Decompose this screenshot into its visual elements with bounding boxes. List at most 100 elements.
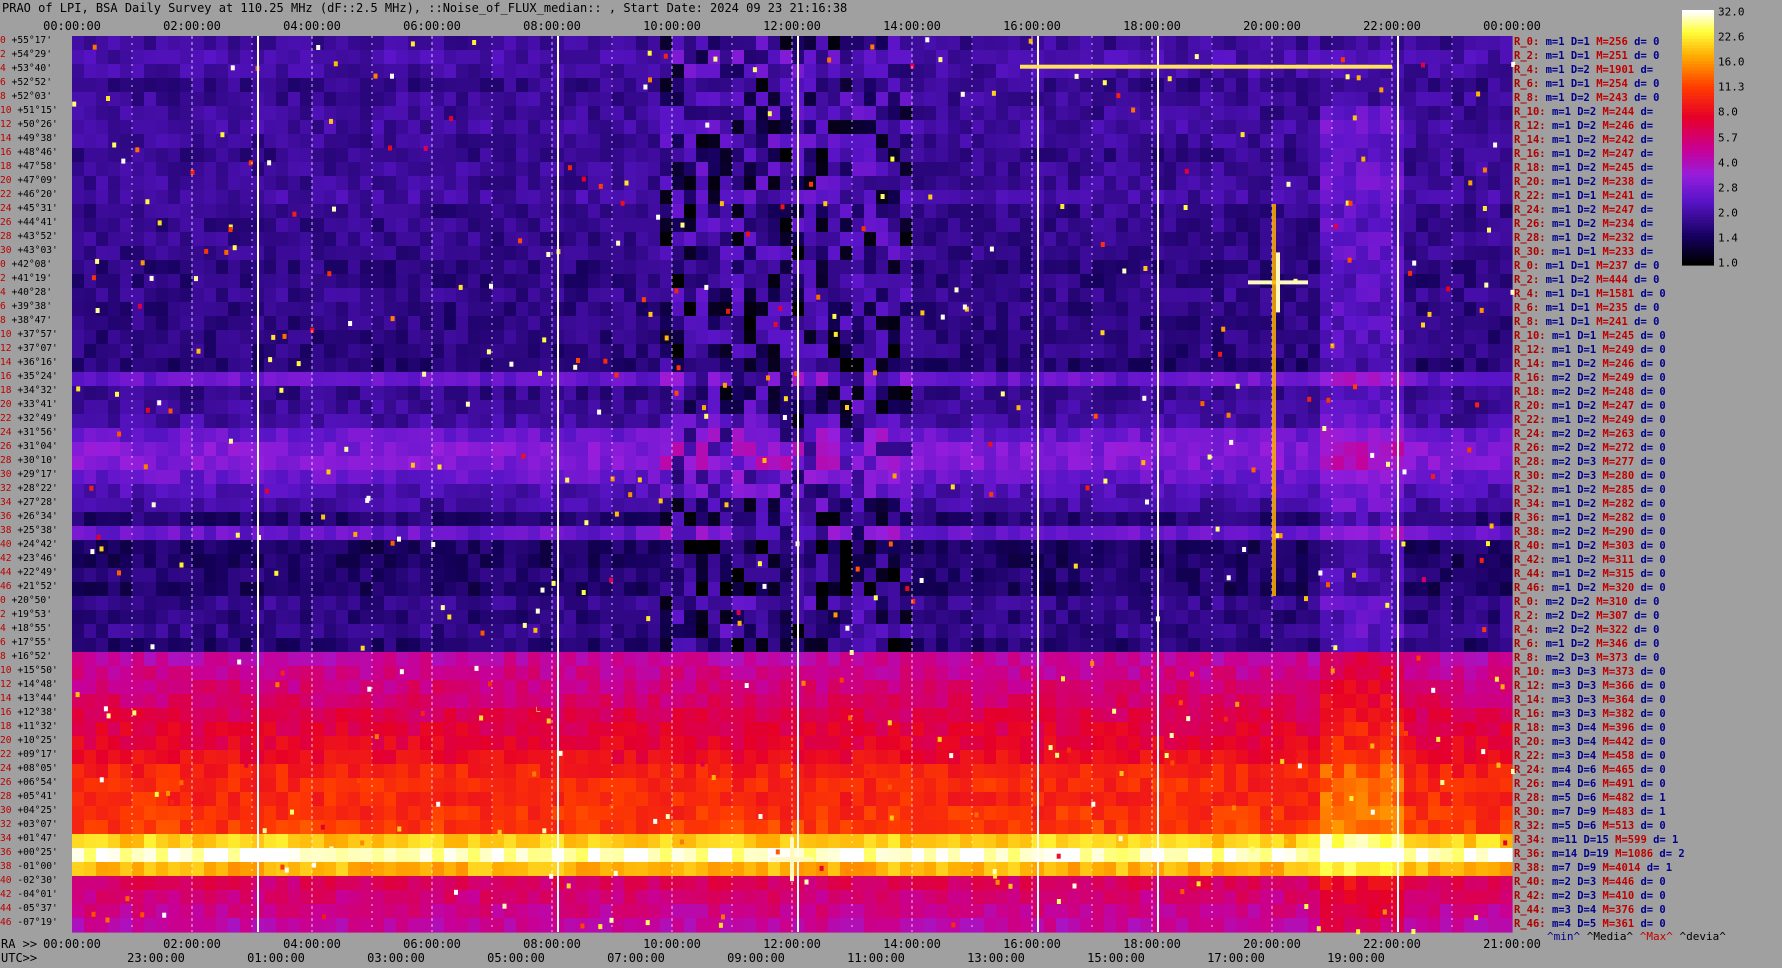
heat-cell [576,106,589,121]
heat-cell [1236,260,1249,275]
heat-cell [396,512,409,527]
heat-cell [540,92,553,107]
heat-cell [828,120,841,135]
heat-cell [816,302,829,317]
heat-cell [144,400,157,415]
heat-cell [144,372,157,387]
heat-cell [864,218,877,233]
heat-cell [876,106,889,121]
heat-cell [1416,148,1429,163]
heat-cell [408,204,421,219]
heat-cell [960,330,973,345]
heat-cell [1224,372,1237,387]
heat-cell [1056,176,1069,191]
heat-cell [1236,358,1249,373]
heat-cell [876,456,889,471]
heat-cell [600,400,613,415]
heat-cell [1068,512,1081,527]
heat-cell [1128,456,1141,471]
heat-cell [336,330,349,345]
heat-cell [288,568,301,583]
heat-cell [600,190,613,205]
heat-cell [120,344,133,359]
heat-cell [1452,596,1465,611]
heat-cell [960,246,973,261]
heat-cell [924,540,937,555]
heat-cell [972,64,985,79]
heat-cell [360,442,373,457]
heat-cell [444,176,457,191]
heat-cell [972,330,985,345]
heat-cell [1296,344,1309,359]
heat-cell [828,64,841,79]
heat-cell [348,386,361,401]
heat-cell [1308,372,1321,387]
heat-cell [804,246,817,261]
heat-cell [612,204,625,219]
heat-cell [624,92,637,107]
heat-cell [1200,582,1213,597]
heat-cell [816,386,829,401]
heat-cell [1464,232,1477,247]
heat-cell [1080,358,1093,373]
heat-cell [972,120,985,135]
heat-cell [432,260,445,275]
heat-cell [1464,554,1477,569]
heat-cell [708,442,721,457]
heat-cell [1296,302,1309,317]
heat-cell [696,162,709,177]
heat-cell [84,470,97,485]
heat-cell [960,554,973,569]
heat-cell [804,344,817,359]
heat-cell [924,456,937,471]
heat-cell [984,386,997,401]
heat-cell [672,498,685,513]
heat-cell [708,526,721,541]
heat-cell [996,344,1009,359]
heat-cell [1176,554,1189,569]
heat-cell [1356,92,1369,107]
heat-cell [1500,148,1513,163]
heat-cell [1368,218,1381,233]
heat-cell [240,596,253,611]
heat-cell [396,204,409,219]
heat-cell [756,484,769,499]
heat-cell [696,358,709,373]
heat-cell [840,554,853,569]
heat-cell [504,484,517,499]
heat-cell [600,330,613,345]
heat-cell [288,498,301,513]
heat-cell [1188,120,1201,135]
heat-cell [948,204,961,219]
heat-cell [1416,484,1429,499]
heat-cell [144,36,157,51]
heat-cell [924,148,937,163]
heat-cell [1128,246,1141,261]
heat-cell [636,106,649,121]
heat-cell [1236,204,1249,219]
heat-cell [672,442,685,457]
heat-cell [612,274,625,289]
heat-cell [1068,260,1081,275]
heat-cell [708,554,721,569]
heat-cell [240,274,253,289]
heat-cell [1008,92,1021,107]
heat-cell [816,512,829,527]
heat-cell [948,50,961,65]
heat-cell [84,400,97,415]
heat-cell [720,162,733,177]
heat-cell [1008,330,1021,345]
heat-cell [1284,372,1297,387]
heat-cell [1332,568,1345,583]
heat-cell [120,190,133,205]
heat-cell [624,596,637,611]
heat-cell [204,148,217,163]
heat-cell [888,218,901,233]
heat-cell [408,134,421,149]
heat-cell [96,372,109,387]
heat-cell [168,218,181,233]
heat-cell [1092,498,1105,513]
heat-cell [648,512,661,527]
heat-cell [1008,386,1021,401]
heat-cell [660,484,673,499]
